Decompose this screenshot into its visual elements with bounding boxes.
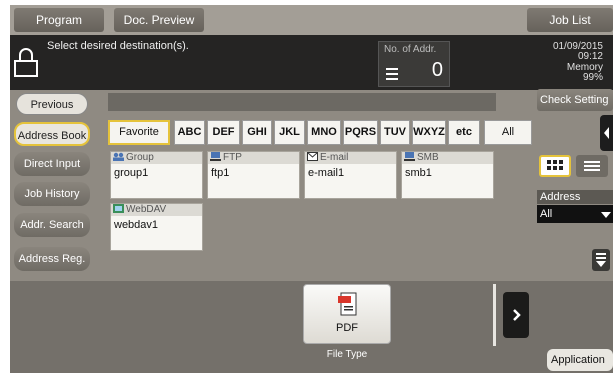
tab-def[interactable]: DEF [207,120,240,145]
check-setting-button[interactable]: Check Setting [537,89,613,111]
grid-view-icon [547,160,563,170]
ftp-icon [210,152,221,161]
chevron-right-icon [513,309,521,321]
address-filter-label: Address [537,190,613,204]
memory-value: 99% [582,72,603,83]
nav-job-history[interactable]: Job History [14,182,90,206]
destination-type: E-mail [320,152,349,163]
destination-entry[interactable]: FTP ftp1 [207,151,300,199]
nav-address-reg[interactable]: Address Reg. [14,247,90,271]
destination-name: e-mail1 [308,167,345,179]
user-login-icon [14,48,38,77]
tab-all[interactable]: All [484,120,532,145]
tab-mno[interactable]: MNO [307,120,341,145]
scroll-down-icon [596,253,606,267]
status-message: Select desired destination(s). [47,40,189,52]
nav-direct-input[interactable]: Direct Input [14,152,90,176]
file-type-value: PDF [336,322,358,334]
destination-type: FTP [223,152,242,163]
destination-entry[interactable]: SMB smb1 [401,151,494,199]
top-bar: Program Doc. Preview Job List [10,5,613,35]
destination-type: WebDAV [126,204,167,215]
scan-screen: Program Doc. Preview Job List Select des… [10,5,613,373]
tab-etc[interactable]: etc [448,120,480,145]
list-view-button[interactable] [576,155,608,177]
chevron-left-icon [604,127,609,139]
webdav-icon [113,204,124,213]
doc-preview-button[interactable]: Doc. Preview [114,8,204,32]
list-icon [386,68,398,80]
destination-name: group1 [114,167,149,179]
file-type-caption: File Type [326,349,368,360]
side-panel-tab[interactable] [600,115,613,151]
smb-icon [404,152,415,161]
destination-entry[interactable]: E-mail e-mail1 [304,151,397,199]
list-view-icon [584,161,600,171]
address-count-box: No. of Addr. 0 [378,41,450,87]
destination-name: ftp1 [211,167,230,179]
address-filter-value: All [540,208,553,220]
tab-favorite[interactable]: Favorite [108,120,170,145]
scroll-down-button[interactable] [592,249,610,271]
destination-type: Group [126,152,154,163]
nav-address-book[interactable]: Address Book [14,122,90,146]
destination-entry[interactable]: Group group1 [110,151,203,199]
nav-addr-search[interactable]: Addr. Search [14,213,90,237]
thumbnail-view-button[interactable] [539,155,571,177]
tab-jkl[interactable]: JKL [274,120,305,145]
tab-ghi[interactable]: GHI [242,120,272,145]
application-button[interactable]: Application [547,349,613,371]
previous-button[interactable]: Previous [16,93,88,115]
group-icon [113,152,124,161]
time-display: 09:12 [577,51,603,62]
destination-entry[interactable]: WebDAV webdav1 [110,203,203,251]
email-icon [307,152,318,161]
program-button[interactable]: Program [14,8,104,32]
dropdown-arrow-icon [601,212,611,218]
destination-list: Group group1 FTP ftp1 E-mail e-mail1 SMB… [108,148,534,280]
address-count-label: No. of Addr. [384,44,437,55]
next-page-button[interactable] [503,292,529,338]
address-filter-select[interactable]: All [537,205,613,223]
tab-wxyz[interactable]: WXYZ [412,120,446,145]
tab-abc[interactable]: ABC [174,120,205,145]
tab-pqrs[interactable]: PQRS [343,120,378,145]
pdf-file-icon [338,292,357,316]
destination-field [108,93,496,111]
tab-tuv[interactable]: TUV [380,120,410,145]
destination-name: webdav1 [114,219,159,231]
destination-name: smb1 [405,167,432,179]
divider [493,284,496,346]
job-list-button[interactable]: Job List [527,8,613,32]
address-count: 0 [431,59,443,81]
file-type-button[interactable]: PDF [303,284,391,344]
status-bar: Select desired destination(s). No. of Ad… [10,35,613,90]
destination-type: SMB [417,152,439,163]
